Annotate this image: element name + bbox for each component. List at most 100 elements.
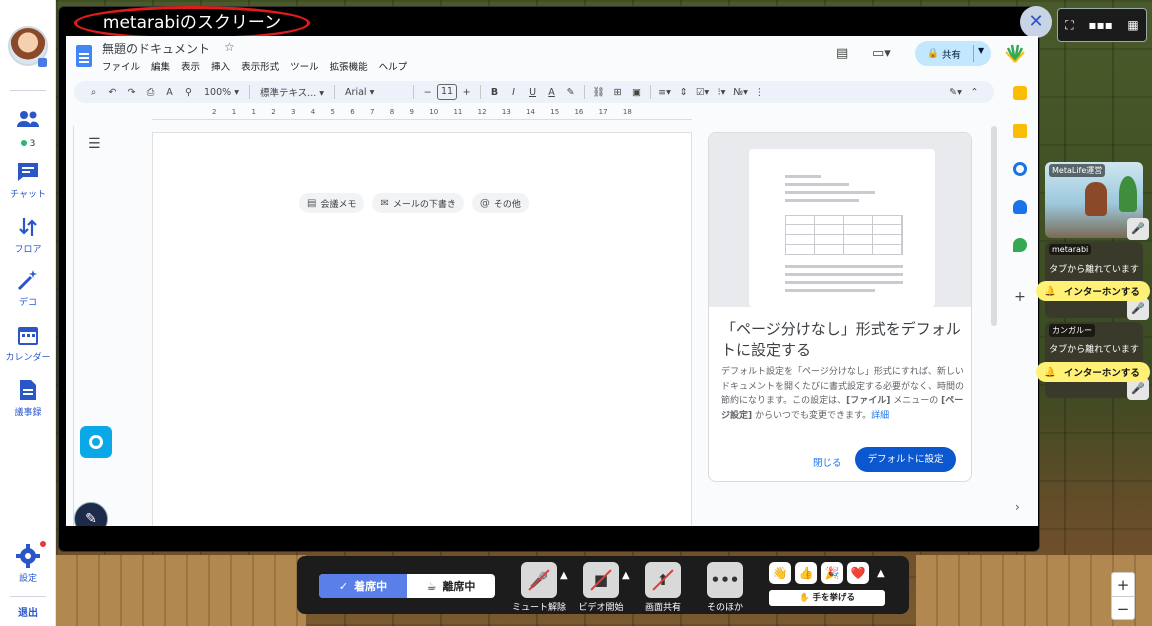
menu-view[interactable]: 表示 (181, 59, 200, 73)
screen-share-button[interactable]: ⬆ (645, 562, 681, 598)
sidebar-item-minutes[interactable]: 議事録 (0, 378, 56, 418)
docs-logo-icon[interactable] (76, 45, 92, 67)
more-button[interactable]: ••• (707, 562, 743, 598)
font-size-input[interactable]: 11 (437, 84, 458, 100)
left-sidebar: 3 チャット フロア デコ カレンダー 議事録 設定 退出 (0, 0, 56, 626)
participant-name: metarabi (1049, 244, 1092, 255)
calendar-app-icon[interactable] (1013, 86, 1027, 100)
video-toggle-button[interactable]: ■ (583, 562, 619, 598)
document-outline-icon[interactable]: ☰ (88, 136, 101, 152)
video-options-chevron[interactable]: ▲ (622, 570, 630, 581)
tasks-icon[interactable] (1013, 162, 1027, 176)
editing-mode-icon[interactable]: ✎▾ (946, 87, 965, 98)
video-label: ビデオ開始 (578, 603, 624, 613)
search-icon[interactable]: ⌕ (84, 87, 103, 98)
chip-email-draft[interactable]: ✉ メールの下書き (372, 193, 464, 213)
chip-more[interactable]: @ その他 (471, 193, 529, 213)
sidebar-item-settings[interactable]: 設定 (0, 544, 56, 584)
record-button[interactable] (80, 426, 112, 458)
scrollbar[interactable] (991, 126, 997, 326)
numbered-list-icon[interactable]: №▾ (731, 87, 750, 98)
redo-icon[interactable]: ↷ (122, 87, 141, 98)
raise-hand-button[interactable]: ✋ 手を挙げる (769, 590, 885, 606)
menu-tools[interactable]: ツール (290, 59, 319, 73)
menu-help[interactable]: ヘルプ (379, 59, 408, 73)
away-button[interactable]: ☕ 離席中 (407, 574, 495, 598)
set-default-button[interactable]: デフォルトに設定 (855, 447, 956, 472)
print-icon[interactable]: ⎙ (141, 87, 160, 98)
comment-icon[interactable]: ▤ (836, 46, 848, 61)
sidebar-item-members[interactable]: 3 (0, 107, 56, 150)
link-icon[interactable]: ⛓ (589, 87, 608, 98)
bulleted-list-icon[interactable]: ⁝▾ (712, 87, 731, 98)
grid-icon[interactable]: ▦ (1127, 18, 1138, 32)
smart-chips: ▤ 会議メモ ✉ メールの下書き @ その他 (299, 193, 529, 213)
gemini-leaf-icon[interactable] (1004, 42, 1026, 64)
coffee-icon: ☕ (426, 579, 437, 593)
sidebar-item-chat[interactable]: チャット (0, 160, 56, 200)
highlight-icon[interactable]: ✎ (561, 87, 580, 98)
chip-meeting-notes[interactable]: ▤ 会議メモ (299, 193, 365, 213)
chevron-right-icon[interactable]: › (1015, 500, 1020, 514)
font-select[interactable]: Arial ▾ (339, 87, 409, 98)
participant-card[interactable]: metarabi タブから離れています 🎤 (1045, 242, 1149, 320)
docs-share-button[interactable]: 🔒 共有 ▼ (915, 41, 991, 66)
exit-button[interactable]: 退出 (0, 604, 56, 619)
participant-card[interactable]: カンガルー タブから離れています 🎤 (1045, 322, 1149, 400)
style-select[interactable]: 標準テキス... ▾ (254, 85, 330, 99)
sidebar-item-deco[interactable]: デコ (0, 268, 56, 308)
italic-icon[interactable]: I (504, 87, 523, 98)
party-reaction[interactable]: 🎉 (821, 562, 843, 584)
participant-card[interactable]: MetaLife運営 🎤 (1045, 162, 1149, 240)
thumbs-up-reaction[interactable]: 👍 (795, 562, 817, 584)
menu-file[interactable]: ファイル (102, 59, 140, 73)
insert-image-icon[interactable]: ▣ (627, 87, 646, 98)
learn-more-link[interactable]: 詳細 (871, 411, 889, 421)
sidebar-item-calendar[interactable]: カレンダー (0, 323, 56, 363)
font-size-increase[interactable]: + (457, 87, 476, 98)
card-close-button[interactable]: 閉じる (813, 455, 842, 469)
document-title[interactable]: 無題のドキュメント (102, 40, 210, 57)
reactions-chevron[interactable]: ▲ (877, 568, 885, 579)
menu-extensions[interactable]: 拡張機能 (330, 59, 368, 73)
star-icon[interactable]: ☆ (224, 40, 235, 54)
contacts-icon[interactable] (1013, 200, 1027, 214)
more-options-icon[interactable]: ⋮ (750, 87, 769, 98)
menu-edit[interactable]: 編集 (151, 59, 170, 73)
bold-icon[interactable]: B (485, 87, 504, 98)
heart-reaction[interactable]: ❤️ (847, 562, 869, 584)
intercom-button[interactable]: 🔔 インターホンする (1036, 362, 1150, 382)
checklist-icon[interactable]: ☑▾ (693, 87, 712, 98)
maps-icon[interactable] (1013, 238, 1027, 252)
paint-format-icon[interactable]: ⚲ (179, 87, 198, 98)
sidebar-item-floor[interactable]: フロア (0, 215, 56, 255)
zoom-select[interactable]: 100% ▾ (198, 87, 245, 98)
underline-icon[interactable]: U (523, 87, 542, 98)
document-page[interactable]: ▤ 会議メモ ✉ メールの下書き @ その他 (152, 132, 692, 526)
wave-reaction[interactable]: 👋 (769, 562, 791, 584)
zoom-out-button[interactable]: − (1112, 597, 1134, 621)
filmstrip-icon[interactable]: ▪▪▪ (1088, 18, 1112, 32)
font-size-decrease[interactable]: − (418, 87, 437, 98)
pen-icon[interactable]: ✎ (74, 502, 108, 526)
line-spacing-icon[interactable]: ⇕ (674, 87, 693, 98)
seated-button[interactable]: ✓ 着席中 (319, 574, 407, 598)
mute-toggle-button[interactable]: 🎤 (521, 562, 557, 598)
text-color-icon[interactable]: A (542, 87, 561, 98)
menu-insert[interactable]: 挿入 (211, 59, 230, 73)
meet-video-icon[interactable]: ▭▾ (872, 46, 891, 61)
close-share-button[interactable]: ✕ (1020, 6, 1052, 38)
zoom-in-button[interactable]: + (1112, 573, 1134, 597)
spellcheck-icon[interactable]: A (160, 87, 179, 98)
fullscreen-icon[interactable]: ⛶ (1065, 18, 1073, 33)
undo-icon[interactable]: ↶ (103, 87, 122, 98)
chevron-down-icon[interactable]: ▼ (978, 46, 984, 55)
intercom-button[interactable]: 🔔 インターホンする (1036, 281, 1150, 301)
mic-options-chevron[interactable]: ▲ (560, 570, 568, 581)
add-comment-icon[interactable]: ⊞ (608, 87, 627, 98)
menu-format[interactable]: 表示形式 (241, 59, 279, 73)
add-addon-icon[interactable]: + (1013, 290, 1027, 304)
align-icon[interactable]: ≡▾ (655, 87, 674, 98)
collapse-toolbar-icon[interactable]: ⌃ (965, 87, 984, 98)
keep-icon[interactable] (1013, 124, 1027, 138)
